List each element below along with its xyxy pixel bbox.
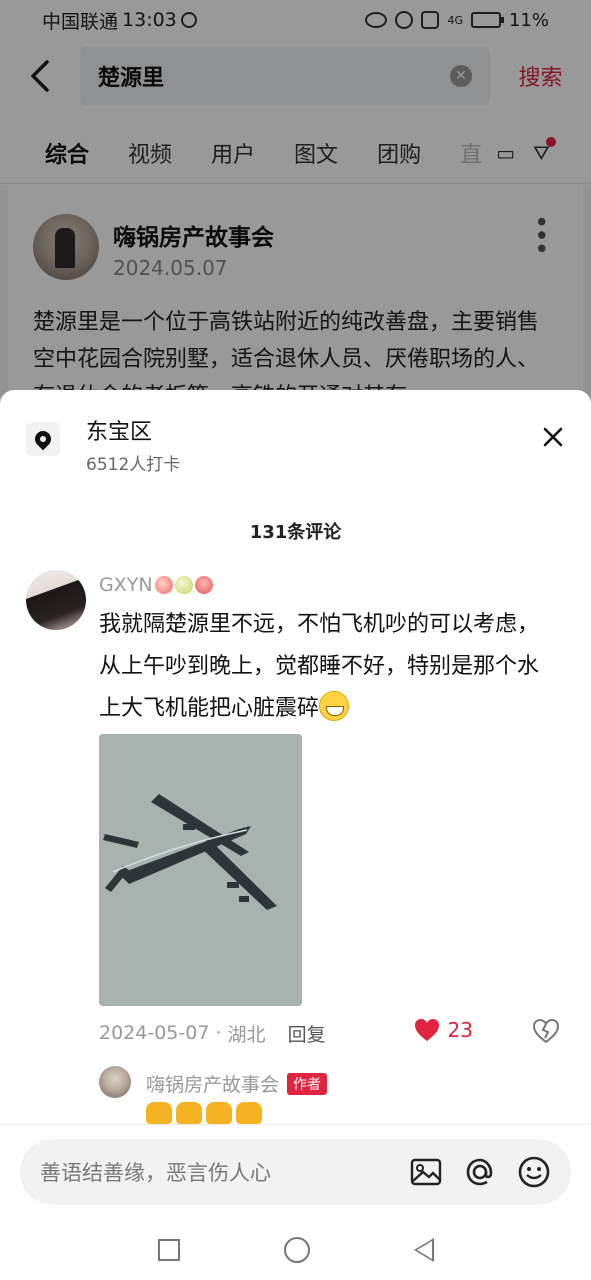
image-icon[interactable] (409, 1155, 443, 1189)
commenter-name-row[interactable]: GXYN (99, 574, 213, 596)
peach-emoji-icon (154, 576, 173, 594)
pear-emoji-icon (174, 576, 193, 594)
comment-photo[interactable] (99, 734, 302, 1006)
thumbs-up-emoji-icon (146, 1102, 172, 1124)
comment-sheet: 东宝区 6512人打卡 131条评论 GXYN 我就隔楚源里不远，不怕飞机吵的可… (0, 390, 591, 1280)
rose-emoji-icon (194, 576, 213, 594)
home-icon[interactable] (283, 1237, 310, 1263)
comment-count: 131条评论 (249, 522, 342, 543)
comment-date: 2024-05-07 (99, 1022, 210, 1044)
grin-emoji-icon (319, 691, 350, 721)
seaplane-photo (99, 734, 302, 1006)
clap-emoji-icon (176, 1102, 202, 1124)
location-header[interactable]: 东宝区 6512人打卡 (0, 412, 591, 482)
location-checkins: 6512人打卡 (86, 455, 181, 475)
comment-input-placeholder: 善语结善缘，恶言伤人心 (40, 1161, 271, 1185)
location-name[interactable]: 东宝区 (86, 414, 152, 446)
reply-emoji-row (146, 1102, 262, 1124)
author-badge: 作者 (287, 1072, 328, 1095)
like-count: 23 (447, 1018, 473, 1042)
comment-meta: 2024-05-07 · 湖北 回复 23 (99, 1018, 569, 1048)
back-nav-icon[interactable] (413, 1238, 434, 1262)
close-icon[interactable] (543, 424, 563, 454)
like-button[interactable]: 23 (414, 1018, 473, 1042)
comment-region: 湖北 (227, 1023, 266, 1046)
reply-username: 嗨锅房产故事会 (146, 1074, 280, 1096)
reply-button[interactable]: 回复 (288, 1020, 326, 1047)
clap-emoji-icon (236, 1102, 262, 1124)
commenter-name: GXYN (99, 574, 153, 596)
reply-user-row[interactable]: 嗨锅房产故事会 作者 (146, 1070, 328, 1097)
emoji-icon[interactable] (517, 1155, 551, 1189)
at-icon[interactable] (463, 1155, 497, 1189)
location-pin-icon (26, 422, 60, 456)
meta-separator: · (209, 1022, 228, 1044)
recent-apps-icon[interactable] (157, 1239, 180, 1261)
system-nav-bar (0, 1220, 591, 1280)
comment-input[interactable]: 善语结善缘，恶言伤人心 (20, 1139, 571, 1205)
dislike-heart-icon[interactable] (533, 1018, 559, 1044)
comment-text[interactable]: 我就隔楚源里不远，不怕飞机吵的可以考虑，从上午吵到晚上，觉都睡不好，特别是那个水… (99, 604, 559, 730)
clap-emoji-icon (206, 1102, 232, 1124)
reply-avatar[interactable] (99, 1066, 131, 1098)
commenter-avatar[interactable] (26, 570, 86, 630)
heart-icon (414, 1019, 439, 1041)
